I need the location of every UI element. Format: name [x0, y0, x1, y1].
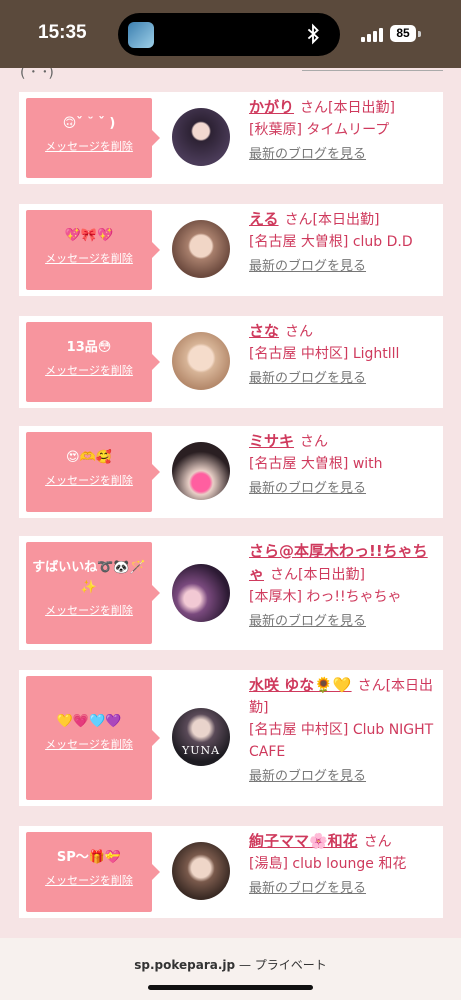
list-header-text: ( ･ ･) [20, 68, 54, 81]
message-bubble: SP〜🎁💝 メッセージを削除 [26, 832, 160, 912]
latest-blog-link[interactable]: 最新のブログを見る [249, 368, 439, 390]
list-item: 💛💗🩵💜 メッセージを削除 YUNA 水咲 ゆな🌻💛 さん[本日出勤] [名古屋 … [19, 670, 443, 806]
delete-message-link[interactable]: メッセージを削除 [26, 250, 152, 266]
avatar[interactable] [172, 442, 230, 500]
status-time: 15:35 [38, 22, 87, 43]
avatar[interactable] [172, 332, 230, 390]
cast-name-link[interactable]: ミサキ [249, 432, 294, 450]
message-text: すばいいね➰🐼🪄✨ [32, 560, 146, 595]
latest-blog-link[interactable]: 最新のブログを見る [249, 478, 439, 500]
cast-name-link[interactable]: 絢子ママ🌸和花 [249, 832, 358, 850]
cast-name-link[interactable]: かがり [249, 98, 294, 116]
list-item: 🙃ˇ ˘ ˇ ) メッセージを削除 かがり さん[本日出勤] [秋葉原] タイムリ… [19, 92, 443, 184]
avatar[interactable] [172, 842, 230, 900]
message-list-page[interactable]: ( ･ ･) 🙃ˇ ˘ ˇ ) メッセージを削除 かがり さん[本日出勤] [秋葉… [0, 68, 461, 938]
message-text: 😍🫶🥰 [66, 450, 112, 465]
delete-message-link[interactable]: メッセージを削除 [26, 872, 152, 888]
battery-nub [418, 31, 421, 37]
list-item: 😍🫶🥰 メッセージを削除 ミサキ さん [名古屋 大曽根] with 最新のブログ… [19, 426, 443, 518]
message-bubble: 🙃ˇ ˘ ˇ ) メッセージを削除 [26, 98, 160, 178]
privacy-text: — プライベート [238, 958, 327, 972]
domain-text: sp.pokepara.jp [134, 958, 236, 972]
cast-name-link[interactable]: える [249, 210, 279, 228]
shop-name: [名古屋 大曽根] club D.D [249, 234, 413, 250]
cast-info: さら@本厚木わっ!!ちゃちゃ さん[本日出勤] [本厚木] わっ!!ちゃちゃ 最新… [249, 540, 439, 633]
delete-message-link[interactable]: メッセージを削除 [26, 138, 152, 154]
status-bar: 15:35 85 [0, 0, 461, 68]
dynamic-island [118, 13, 340, 56]
bluetooth-icon [307, 23, 319, 45]
avatar[interactable] [172, 220, 230, 278]
cast-info: える さん[本日出勤] [名古屋 大曽根] club D.D 最新のブログを見る [249, 208, 439, 278]
url-display[interactable]: sp.pokepara.jp — プライベート [0, 956, 461, 973]
cast-info: 水咲 ゆな🌻💛 さん[本日出勤] [名古屋 中村区] Club NIGHT CAF… [249, 674, 439, 788]
battery-icon: 85 [390, 25, 416, 42]
cast-name-link[interactable]: さな [249, 322, 279, 340]
shop-name: [名古屋 中村区] Lightlll [249, 346, 400, 362]
cast-info: かがり さん[本日出勤] [秋葉原] タイムリープ 最新のブログを見る [249, 96, 439, 166]
cast-status: さん[本日出勤] [270, 567, 365, 583]
signal-icon [361, 28, 383, 42]
latest-blog-link[interactable]: 最新のブログを見る [249, 878, 439, 900]
delete-message-link[interactable]: メッセージを削除 [26, 362, 152, 378]
cast-status: さん[本日出勤] [284, 212, 380, 228]
cast-name-link[interactable]: 水咲 ゆな🌻💛 [249, 676, 352, 694]
delete-message-link[interactable]: メッセージを削除 [26, 736, 152, 752]
message-text: 💖🎀💖 [64, 228, 114, 243]
cast-status: さん [285, 324, 314, 340]
divider [302, 70, 443, 71]
shop-name: [名古屋 中村区] Club NIGHT CAFE [249, 722, 434, 760]
shop-name: [名古屋 大曽根] with [249, 456, 383, 472]
avatar-caption: YUNA [181, 744, 221, 757]
browser-address-bar[interactable]: sp.pokepara.jp — プライベート [0, 938, 461, 1000]
message-text: SP〜🎁💝 [56, 850, 122, 865]
message-text: 13品😳 [66, 340, 112, 355]
message-bubble: すばいいね➰🐼🪄✨ メッセージを削除 [26, 542, 160, 644]
delete-message-link[interactable]: メッセージを削除 [26, 472, 152, 488]
latest-blog-link[interactable]: 最新のブログを見る [249, 144, 439, 166]
latest-blog-link[interactable]: 最新のブログを見る [249, 766, 439, 788]
message-bubble: 💖🎀💖 メッセージを削除 [26, 210, 160, 290]
avatar[interactable] [172, 564, 230, 622]
cast-status: さん [363, 834, 392, 850]
message-text: 🙃ˇ ˘ ˇ ) [62, 116, 116, 131]
cast-info: ミサキ さん [名古屋 大曽根] with 最新のブログを見る [249, 430, 439, 500]
latest-blog-link[interactable]: 最新のブログを見る [249, 256, 439, 278]
message-text: 💛💗🩵💜 [56, 714, 122, 729]
cast-info: さな さん [名古屋 中村区] Lightlll 最新のブログを見る [249, 320, 439, 390]
shop-name: [本厚木] わっ!!ちゃちゃ [249, 589, 402, 605]
cast-status: さん[本日出勤] [300, 100, 395, 116]
message-bubble: 💛💗🩵💜 メッセージを削除 [26, 676, 160, 800]
list-item: 💖🎀💖 メッセージを削除 える さん[本日出勤] [名古屋 大曽根] club D… [19, 204, 443, 296]
cast-info: 絢子ママ🌸和花 さん [湯島] club lounge 和花 最新のブログを見る [249, 830, 439, 900]
message-bubble: 😍🫶🥰 メッセージを削除 [26, 432, 160, 512]
message-bubble: 13品😳 メッセージを削除 [26, 322, 160, 402]
list-item: 13品😳 メッセージを削除 さな さん [名古屋 中村区] Lightlll 最新… [19, 316, 443, 408]
app-icon [128, 22, 154, 48]
delete-message-link[interactable]: メッセージを削除 [26, 602, 152, 618]
avatar[interactable]: YUNA [172, 708, 230, 766]
shop-name: [秋葉原] タイムリープ [249, 122, 390, 138]
cast-status: さん [300, 434, 329, 450]
latest-blog-link[interactable]: 最新のブログを見る [249, 611, 439, 633]
list-item: SP〜🎁💝 メッセージを削除 絢子ママ🌸和花 さん [湯島] club loung… [19, 826, 443, 918]
avatar[interactable] [172, 108, 230, 166]
list-item: すばいいね➰🐼🪄✨ メッセージを削除 さら@本厚木わっ!!ちゃちゃ さん[本日出勤… [19, 536, 443, 650]
home-indicator[interactable] [148, 985, 313, 990]
shop-name: [湯島] club lounge 和花 [249, 856, 407, 872]
